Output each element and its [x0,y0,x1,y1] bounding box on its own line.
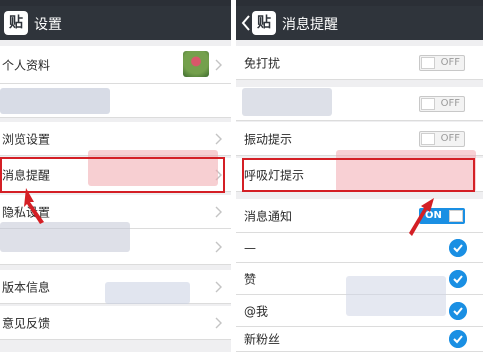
redacted-blur [346,276,446,316]
toggle-switch[interactable]: OFF [419,130,465,147]
check-icon[interactable] [449,238,467,257]
redacted-blur [0,88,110,114]
setting-row-dnd[interactable]: 免打扰 OFF [236,46,483,80]
settings-item-label: 浏览设置 [2,132,51,146]
setting-row-sub1[interactable]: — [236,233,483,263]
setting-label: 新粉丝 [244,332,281,347]
back-icon[interactable] [240,14,252,32]
chevron-right-icon [215,241,222,252]
settings-item-profile[interactable]: 个人资料 [0,46,231,84]
toggle-switch[interactable]: OFF [419,54,465,71]
toggle-knob [421,56,435,69]
toggle-state: OFF [440,97,460,109]
setting-label: 振动提示 [244,132,293,146]
chevron-right-icon [215,206,222,217]
arrow-pointer [24,188,44,224]
toggle-switch[interactable]: OFF [419,95,465,112]
chevron-right-icon [215,133,222,144]
toggle-knob [421,97,435,110]
setting-label: 免打扰 [244,56,281,70]
redacted-blur [105,282,190,304]
toggle-knob [421,132,435,145]
chevron-right-icon [215,59,222,70]
page-title: 消息提醒 [282,17,338,33]
page-title: 设置 [34,17,62,33]
settings-item-label: 意见反馈 [2,316,51,330]
check-icon[interactable] [449,301,467,320]
settings-screen: 贴 设置 个人资料 浏览设置 消息提醒 隐私设置 版本信息 意见反馈 [0,0,231,352]
chevron-right-icon [215,281,222,292]
setting-row-new-fans[interactable]: 新粉丝 [236,327,483,352]
arrow-pointer [409,198,434,236]
settings-item-label: 版本信息 [2,280,51,294]
chevron-right-icon [215,317,222,328]
settings-header: 贴 设置 [0,6,231,40]
app-icon: 贴 [252,11,276,35]
setting-label: 消息通知 [244,209,293,223]
notification-settings-screen: 贴 消息提醒 免打扰 OFF OFF 振动提示 OFF 呼吸灯提示 消息通知 O… [236,0,483,352]
redacted-blur [242,88,332,116]
check-icon[interactable] [449,269,467,288]
avatar [183,51,209,77]
setting-label: 赞 [244,272,257,286]
setting-label: @我 [244,304,269,318]
toggle-state: OFF [440,56,460,68]
redacted-blur [0,222,130,252]
setting-row-message-notify[interactable]: 消息通知 ON [236,199,483,233]
setting-label: — [244,240,256,255]
highlight-box [242,158,475,192]
settings-item-label: 个人资料 [2,58,51,72]
toggle-state: OFF [440,132,460,144]
settings-item-feedback[interactable]: 意见反馈 [0,306,231,340]
notification-header: 贴 消息提醒 [236,6,483,40]
toggle-knob [449,209,463,222]
check-icon[interactable] [449,330,467,348]
app-icon[interactable]: 贴 [4,11,28,35]
